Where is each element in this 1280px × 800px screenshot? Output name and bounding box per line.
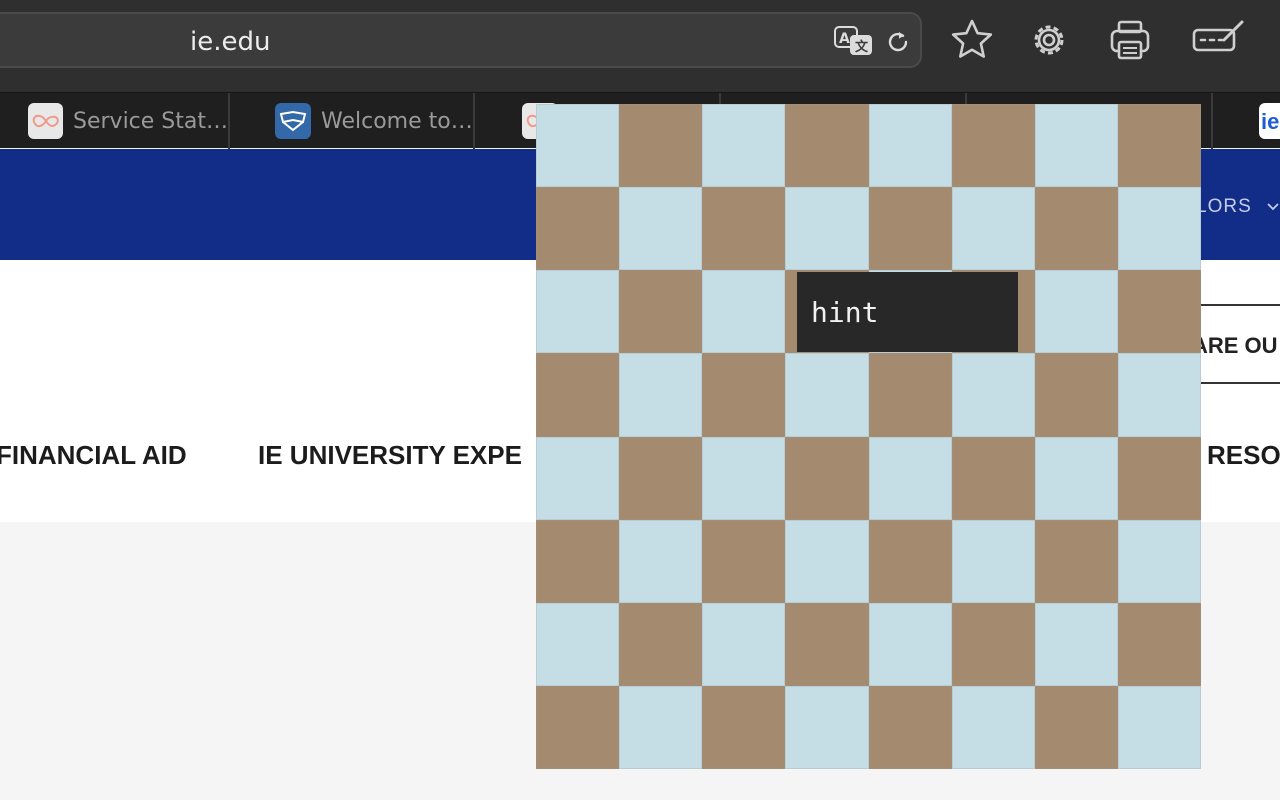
- board-square[interactable]: [951, 436, 1035, 520]
- board-square[interactable]: [785, 602, 869, 686]
- board-square[interactable]: [1034, 104, 1118, 188]
- tab-ie[interactable]: ie: [1213, 93, 1280, 149]
- board-square[interactable]: [702, 436, 786, 520]
- board-square[interactable]: [702, 104, 786, 188]
- board-square[interactable]: [619, 270, 703, 354]
- reload-icon[interactable]: [884, 28, 912, 56]
- board-square[interactable]: [951, 353, 1035, 437]
- board-square[interactable]: [1034, 270, 1118, 354]
- board-square[interactable]: [702, 353, 786, 437]
- board-square[interactable]: [702, 270, 786, 354]
- svg-text:A: A: [839, 31, 850, 47]
- board-square[interactable]: [951, 602, 1035, 686]
- tab-label: Service Stat…: [73, 108, 228, 134]
- nav-item-counselors[interactable]: LORS: [1196, 196, 1252, 218]
- compare-link[interactable]: ARE OU: [1192, 333, 1278, 359]
- board-square[interactable]: [951, 187, 1035, 271]
- browser-toolbar: ie.edu A 文: [0, 0, 1280, 92]
- board-square[interactable]: [536, 104, 620, 188]
- edit-icon[interactable]: [1192, 18, 1244, 62]
- print-icon[interactable]: [1108, 18, 1152, 62]
- board-square[interactable]: [536, 519, 620, 603]
- translate-icon[interactable]: A 文: [834, 26, 874, 56]
- board-square[interactable]: [536, 602, 620, 686]
- board-square[interactable]: [1117, 270, 1201, 354]
- board-square[interactable]: [702, 685, 786, 769]
- board-square[interactable]: [868, 104, 952, 188]
- tab-label: Welcome to…: [321, 108, 473, 134]
- board-square[interactable]: [1117, 685, 1201, 769]
- board-square[interactable]: [1117, 519, 1201, 603]
- board-square[interactable]: [868, 353, 952, 437]
- board-square[interactable]: [619, 436, 703, 520]
- board-square[interactable]: [1034, 602, 1118, 686]
- board-square[interactable]: [1117, 602, 1201, 686]
- divider: [1196, 304, 1280, 306]
- board-square[interactable]: [951, 104, 1035, 188]
- ie-logo-icon: ie: [1259, 103, 1280, 139]
- board-square[interactable]: [1117, 104, 1201, 188]
- board-square[interactable]: [785, 436, 869, 520]
- board-square[interactable]: [951, 519, 1035, 603]
- svg-text:ie: ie: [1261, 109, 1279, 133]
- divider: [1196, 382, 1280, 384]
- board-square[interactable]: [868, 685, 952, 769]
- svg-text:文: 文: [855, 39, 869, 55]
- board-square[interactable]: [1034, 353, 1118, 437]
- infinity-icon: [28, 103, 63, 139]
- board-square[interactable]: [536, 685, 620, 769]
- hint-button[interactable]: hint: [797, 272, 1018, 352]
- board-square[interactable]: [1117, 436, 1201, 520]
- board-square[interactable]: [868, 602, 952, 686]
- board-square[interactable]: [785, 685, 869, 769]
- board-square[interactable]: [536, 270, 620, 354]
- board-square[interactable]: [1034, 519, 1118, 603]
- board-square[interactable]: [1034, 685, 1118, 769]
- game-board[interactable]: [536, 104, 1201, 769]
- chevron-down-icon[interactable]: [1266, 200, 1280, 214]
- board-square[interactable]: [868, 436, 952, 520]
- board-square[interactable]: [868, 519, 952, 603]
- bookmark-star-icon[interactable]: [950, 18, 994, 62]
- board-square[interactable]: [785, 353, 869, 437]
- board-square[interactable]: [1117, 353, 1201, 437]
- board-square[interactable]: [536, 353, 620, 437]
- tab-welcome[interactable]: Welcome to…: [230, 93, 475, 149]
- board-square[interactable]: [785, 187, 869, 271]
- board-square[interactable]: [619, 104, 703, 188]
- board-square[interactable]: [1034, 187, 1118, 271]
- board-square[interactable]: [702, 602, 786, 686]
- board-square[interactable]: [619, 353, 703, 437]
- board-square[interactable]: [536, 436, 620, 520]
- board-square[interactable]: [1034, 436, 1118, 520]
- board-square[interactable]: [619, 602, 703, 686]
- board-square[interactable]: [868, 187, 952, 271]
- board-square[interactable]: [619, 685, 703, 769]
- board-square[interactable]: [785, 104, 869, 188]
- settings-gear-icon[interactable]: [1027, 18, 1071, 62]
- board-square[interactable]: [951, 685, 1035, 769]
- menu-financial-aid[interactable]: FINANCIAL AID: [0, 440, 187, 471]
- menu-university-experience[interactable]: IE UNIVERSITY EXPE: [258, 440, 522, 471]
- board-square[interactable]: [1117, 187, 1201, 271]
- url-text[interactable]: ie.edu: [190, 27, 270, 57]
- tab-service-status[interactable]: Service Stat…: [0, 93, 230, 149]
- board-square[interactable]: [702, 519, 786, 603]
- flag-icon: [275, 103, 311, 139]
- board-square[interactable]: [619, 519, 703, 603]
- board-square[interactable]: [619, 187, 703, 271]
- board-square[interactable]: [536, 187, 620, 271]
- menu-resources[interactable]: RESO: [1207, 440, 1280, 471]
- board-square[interactable]: [702, 187, 786, 271]
- address-bar[interactable]: ie.edu A 文: [0, 12, 922, 68]
- board-square[interactable]: [785, 519, 869, 603]
